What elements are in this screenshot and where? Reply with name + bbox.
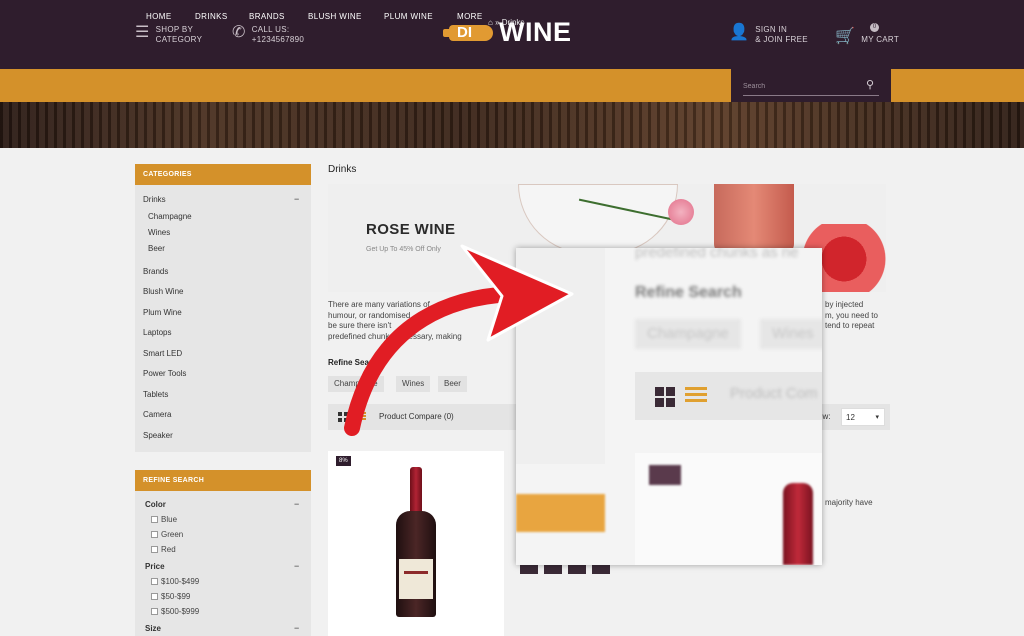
my-cart-label: MY CART bbox=[861, 35, 900, 44]
chevron-down-icon: ▾ bbox=[875, 414, 879, 421]
categories-header: CATEGORIES bbox=[135, 164, 311, 185]
filter-green[interactable]: Green bbox=[151, 530, 183, 539]
filter-size-title: Size bbox=[145, 624, 162, 633]
zoom-sidebar-header bbox=[516, 494, 605, 532]
nav-drinks[interactable]: DRINKS bbox=[195, 12, 228, 21]
category-beer[interactable]: Beer bbox=[148, 244, 165, 253]
sign-in-link[interactable]: 👤 SIGN IN & JOIN FREE bbox=[729, 25, 808, 45]
zoom-refine-label: Refine Search bbox=[635, 284, 742, 301]
collapse-color-icon[interactable]: − bbox=[294, 499, 299, 509]
join-free-label: & JOIN FREE bbox=[755, 35, 808, 44]
promo-subtitle: Get Up To 45% Off Only bbox=[366, 246, 441, 253]
filter-price-100-499[interactable]: $100-$499 bbox=[151, 577, 199, 586]
search-box: ⚲ bbox=[731, 69, 891, 105]
nav-brands[interactable]: BRANDS bbox=[249, 12, 285, 21]
zoom-toolbar: Product Com bbox=[635, 372, 822, 420]
discount-badge: 8% bbox=[336, 456, 351, 466]
zoom-bottle-image bbox=[783, 483, 813, 565]
breadcrumb-separator: » bbox=[495, 18, 500, 27]
nav-more[interactable]: MORE bbox=[457, 12, 483, 21]
category-wines[interactable]: Wines bbox=[148, 228, 170, 237]
grid-view-icon[interactable] bbox=[338, 412, 348, 422]
filter-price-50-99[interactable]: $50-$99 bbox=[151, 592, 190, 601]
filter-price-500-999[interactable]: $500-$999 bbox=[151, 607, 199, 616]
shop-by-category[interactable]: ☰ SHOP BY CATEGORY bbox=[135, 25, 202, 45]
checkbox[interactable] bbox=[151, 578, 158, 585]
breadcrumb: ⌂ » Drinks bbox=[488, 18, 524, 27]
carnation-image bbox=[668, 199, 694, 225]
refine-search-header: REFINE SEARCH bbox=[135, 470, 311, 491]
page-title: Drinks bbox=[328, 164, 357, 175]
phone-number: +1234567890 bbox=[251, 35, 305, 44]
category-drinks[interactable]: Drinks bbox=[143, 195, 166, 204]
chip-wines[interactable]: Wines bbox=[396, 376, 431, 392]
checkbox[interactable] bbox=[151, 531, 158, 538]
collapse-drinks-icon[interactable]: − bbox=[294, 194, 299, 204]
category-blush-wine[interactable]: Blush Wine bbox=[143, 287, 183, 296]
filter-blue[interactable]: Blue bbox=[151, 515, 177, 524]
filter-price-title: Price bbox=[145, 562, 165, 571]
chip-beer[interactable]: Beer bbox=[438, 376, 467, 392]
category-tablets[interactable]: Tablets bbox=[143, 390, 168, 399]
nav-blush-wine[interactable]: BLUSH WINE bbox=[308, 12, 362, 21]
grid-view-icon bbox=[655, 387, 675, 407]
nav-home[interactable]: HOME bbox=[146, 12, 172, 21]
category-smart-led[interactable]: Smart LED bbox=[143, 349, 182, 358]
filter-red[interactable]: Red bbox=[151, 545, 176, 554]
checkbox[interactable] bbox=[151, 593, 158, 600]
category-camera[interactable]: Camera bbox=[143, 410, 171, 419]
chip-champagne[interactable]: Champagne bbox=[328, 376, 384, 392]
sign-in-label: SIGN IN bbox=[755, 25, 788, 34]
refine-search-label: Refine Search bbox=[328, 358, 382, 367]
list-icon: ☰ bbox=[135, 24, 150, 41]
checkbox[interactable] bbox=[151, 516, 158, 523]
category-plum-wine[interactable]: Plum Wine bbox=[143, 308, 182, 317]
product-compare-link[interactable]: Product Compare (0) bbox=[379, 412, 454, 421]
call-us-label: CALL US: bbox=[251, 25, 290, 34]
cart-count-badge: 0 bbox=[870, 23, 879, 32]
category-speaker[interactable]: Speaker bbox=[143, 431, 173, 440]
logo-di: DI bbox=[457, 23, 472, 41]
list-view-icon bbox=[685, 387, 707, 407]
user-icon: 👤 bbox=[729, 24, 750, 41]
call-us[interactable]: ✆ CALL US: +1234567890 bbox=[232, 25, 304, 45]
category-power-tools[interactable]: Power Tools bbox=[143, 369, 186, 378]
collapse-price-icon[interactable]: − bbox=[294, 561, 299, 571]
collapse-size-icon[interactable]: − bbox=[294, 623, 299, 633]
shop-by-label: SHOP BY bbox=[155, 25, 194, 34]
phone-icon: ✆ bbox=[232, 24, 246, 41]
product-description-snippet: majority have bbox=[825, 498, 873, 507]
breadcrumb-current[interactable]: Drinks bbox=[502, 18, 525, 27]
zoom-inset: predefined chunks as ne Refine Search Ch… bbox=[516, 248, 822, 565]
show-count-select[interactable]: 12 ▾ bbox=[841, 408, 885, 426]
zoom-chip-wines: Wines bbox=[760, 319, 822, 349]
page-banner bbox=[0, 102, 1024, 148]
search-input[interactable] bbox=[743, 78, 879, 96]
category-brands[interactable]: Brands bbox=[143, 267, 168, 276]
zoom-chip-champagne: Champagne bbox=[635, 319, 741, 349]
category-champagne[interactable]: Champagne bbox=[148, 212, 192, 221]
search-icon[interactable]: ⚲ bbox=[866, 78, 874, 91]
cart-icon: 🛒 bbox=[835, 28, 856, 45]
zoom-product-card bbox=[635, 453, 822, 565]
home-icon[interactable]: ⌂ bbox=[488, 18, 493, 27]
description-right: by injected m, you need to tend to repea… bbox=[825, 300, 878, 330]
filter-color-title: Color bbox=[145, 500, 166, 509]
category-laptops[interactable]: Laptops bbox=[143, 328, 171, 337]
category-label: CATEGORY bbox=[155, 35, 203, 44]
cart-link[interactable]: 🛒 MY CART bbox=[835, 29, 899, 45]
promo-title: ROSE WINE bbox=[366, 221, 456, 238]
wine-glass-image bbox=[518, 184, 678, 254]
product-card[interactable]: 8% bbox=[328, 451, 504, 636]
nav-plum-wine[interactable]: PLUM WINE bbox=[384, 12, 433, 21]
zoom-discount-badge bbox=[649, 465, 681, 485]
wine-bottle-image[interactable] bbox=[396, 467, 436, 617]
checkbox[interactable] bbox=[151, 546, 158, 553]
list-view-icon[interactable] bbox=[356, 412, 366, 422]
checkbox[interactable] bbox=[151, 608, 158, 615]
